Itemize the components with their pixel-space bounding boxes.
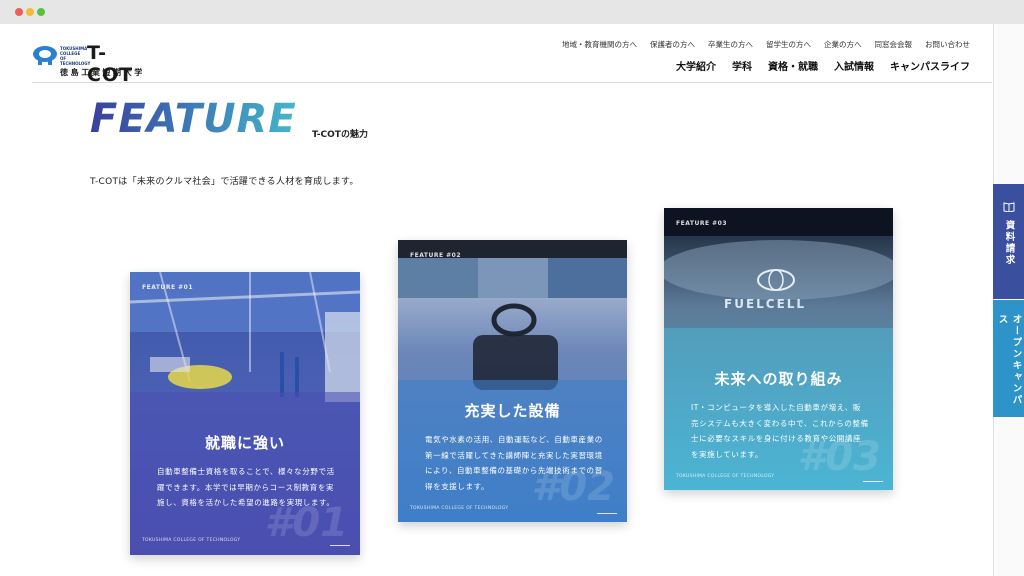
close-window-icon[interactable] [15,8,23,16]
subnav-link-international[interactable]: 留学生の方へ [766,39,811,50]
feature-heading: FEATURE [90,96,297,142]
document-request-label: 資料請求 [1003,220,1015,266]
feature-lead-text: T-COTは「未来のクルマ社会」で活躍できる人材を育成します。 [90,177,359,187]
feature-card-03[interactable]: FUELCELL FEATURE #03 未来への取り組み IT・コンピュータを… [664,208,893,490]
maximize-window-icon[interactable] [37,8,45,16]
mainnav-link-qualifications-careers[interactable]: 資格・就職 [768,58,818,73]
logo-car-icon [33,46,57,65]
logo-english-name: TOKUSHIMA COLLEGE OF TECHNOLOGY [60,46,91,66]
card-label: FEATURE #03 [676,220,728,227]
card-footer-text: TOKUSHIMA COLLEGE OF TECHNOLOGY [676,474,775,479]
card-title: 未来への取り組み [714,370,843,388]
feature-card-02[interactable]: FEATURE #02 充実した設備 電気や水素の活用、自動運転など、自動車産業… [398,240,627,522]
subnav-link-companies[interactable]: 企業の方へ [824,39,862,50]
card-arrow-icon [330,545,350,546]
card-title: 充実した設備 [464,402,561,420]
card-number-watermark: #02 [531,464,616,510]
mainnav-link-departments[interactable]: 学科 [732,58,752,73]
card-label: FEATURE #02 [410,252,462,259]
browser-titlebar [0,0,1024,24]
card-footer-text: TOKUSHIMA COLLEGE OF TECHNOLOGY [142,538,241,543]
feature-card-01[interactable]: FEATURE #01 就職に強い 自動車整備士資格を取ることで、様々な分野で活… [130,272,360,555]
subnav-link-contact[interactable]: お問い合わせ [925,39,970,50]
mainnav-link-about[interactable]: 大学紹介 [676,58,716,73]
card-title: 就職に強い [204,434,285,452]
header-divider [32,82,992,83]
web-page: TOKUSHIMA COLLEGE OF TECHNOLOGY T-COT 徳島… [0,24,1024,576]
site-logo[interactable]: TOKUSHIMA COLLEGE OF TECHNOLOGY T-COT 徳島… [32,42,152,86]
card-number-watermark: #01 [264,500,349,546]
card-arrow-icon [863,481,883,482]
minimize-window-icon[interactable] [26,8,34,16]
utility-nav: 地域・教育機関の方へ 保護者の方へ 卒業生の方へ 留学生の方へ 企業の方へ 同窓… [562,39,970,50]
logo-japanese-name: 徳島工業短期大学 [60,68,145,77]
mainnav-link-admissions[interactable]: 入試情報 [834,58,874,73]
card-arrow-icon [597,513,617,514]
card-label: FEATURE #01 [142,284,194,291]
svg-text:FUELCELL: FUELCELL [724,297,806,311]
subnav-link-graduates[interactable]: 卒業生の方へ [708,39,753,50]
mainnav-link-campus-life[interactable]: キャンパスライフ [890,58,970,73]
subnav-link-alumni-newsletter[interactable]: 同窓会会報 [875,39,913,50]
card-footer-text: TOKUSHIMA COLLEGE OF TECHNOLOGY [410,506,509,511]
feature-subheading: T-COTの魅力 [312,130,368,140]
subnav-link-community[interactable]: 地域・教育機関の方へ [562,39,637,50]
subnav-link-parents[interactable]: 保護者の方へ [650,39,695,50]
book-icon [1003,202,1014,212]
open-campus-label: オープンキャンパス [996,314,1022,406]
document-request-tab[interactable]: 資料請求 [993,184,1024,299]
logo-wordmark: T-COT [87,42,134,86]
card-number-watermark: #03 [797,434,882,480]
open-campus-tab[interactable]: オープンキャンパス [993,300,1024,417]
main-nav: 大学紹介 学科 資格・就職 入試情報 キャンパスライフ [676,58,970,73]
